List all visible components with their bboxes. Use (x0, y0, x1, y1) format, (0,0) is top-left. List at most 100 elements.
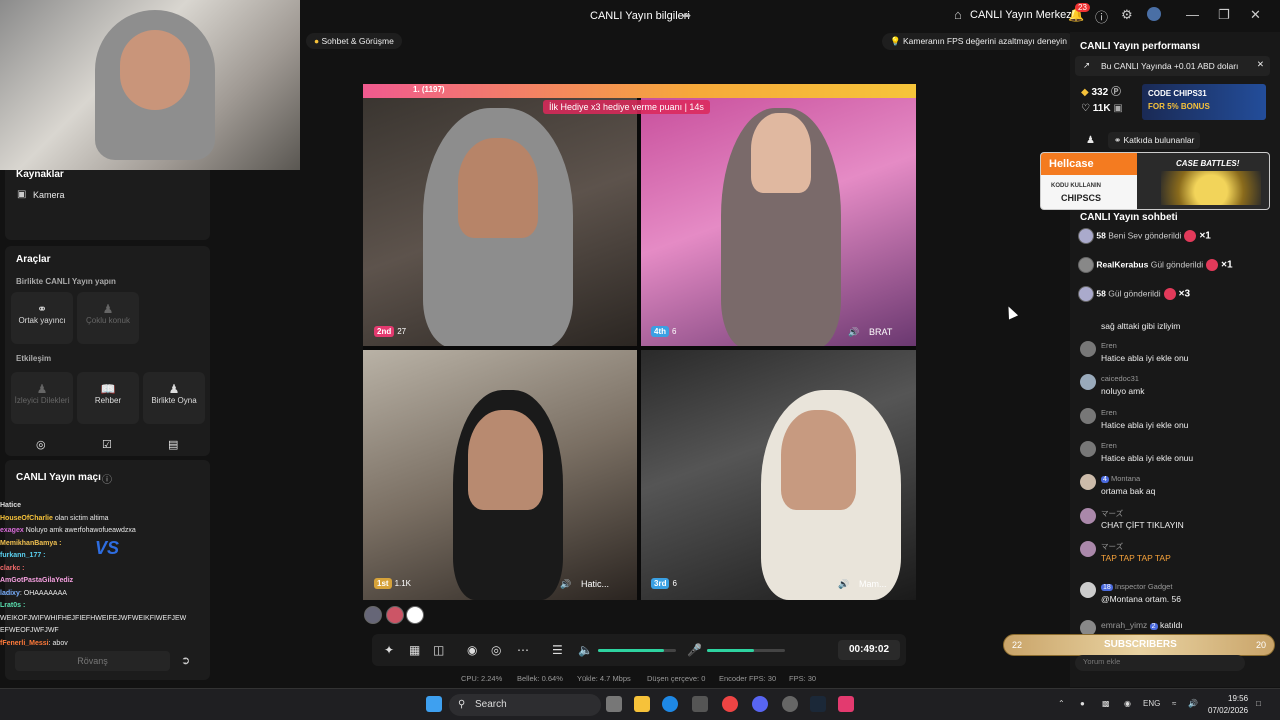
share-icon[interactable]: ➦ (682, 9, 694, 22)
hellcase-logo: Hellcase (1041, 153, 1137, 175)
info-icon[interactable]: ⓘ (102, 471, 112, 486)
cohost-button[interactable]: ⚭ Ortak yayıncı (11, 292, 73, 344)
discord-icon[interactable] (752, 696, 768, 712)
speaker-icon[interactable]: 🔊 (560, 579, 571, 590)
guest-tile-1[interactable] (363, 98, 637, 346)
target-icon[interactable]: ◎ (36, 438, 46, 451)
close-icon[interactable]: ✕ (1257, 59, 1264, 70)
taskbar-search[interactable]: ⚲ Search (449, 694, 601, 716)
avatar (1080, 474, 1096, 490)
check-icon[interactable]: ☑ (102, 438, 112, 451)
viewer-requests-label: İzleyici Dilekleri (14, 396, 70, 405)
volume-icon[interactable]: 🔊 (1188, 699, 1198, 708)
language-indicator[interactable]: ENG (1143, 699, 1160, 708)
diamond-icon: ◆ (1081, 87, 1089, 98)
mic-fill (707, 649, 754, 652)
comment-input[interactable]: Yorum ekle (1075, 655, 1245, 671)
user-icon: ♟ (36, 382, 48, 396)
guest-avatar[interactable] (364, 606, 382, 624)
minimize-icon[interactable]: — (1186, 7, 1199, 22)
chips-ad-banner[interactable]: CODE CHIPS31 FOR 5% BONUS (1142, 84, 1266, 120)
app-icon[interactable] (782, 696, 798, 712)
mic-slider[interactable] (707, 649, 785, 652)
avatar[interactable] (1147, 7, 1161, 21)
restore-icon[interactable]: ❐ (1218, 7, 1230, 23)
live-info-title[interactable]: CANLI Yayın bilgileri (590, 10, 690, 22)
help-icon[interactable]: ⓘ (1095, 7, 1108, 26)
task-view-icon[interactable] (606, 696, 622, 712)
gift-timer: 14s (689, 102, 704, 112)
guest-tile-3[interactable] (363, 350, 637, 600)
exit-icon[interactable]: ➲ (181, 654, 190, 667)
search-label: Search (475, 699, 507, 710)
edge-icon[interactable] (662, 696, 678, 712)
rematch-button[interactable]: Rövanş (15, 651, 170, 671)
hellcase-ad-banner[interactable]: Hellcase KODU KULLANIN CHIPSCS CASE BATT… (1040, 152, 1270, 210)
effects-icon[interactable]: ▦ (409, 643, 420, 657)
camera-source[interactable]: Kamera (33, 190, 65, 200)
close-icon[interactable]: ✕ (1250, 7, 1261, 23)
live-center-link[interactable]: CANLI Yayın Merkezi (970, 9, 1074, 21)
speaker-icon[interactable]: 🔊 (848, 327, 859, 338)
avatar (1080, 341, 1096, 357)
tools-panel: Araçlar Birlikte CANLI Yayın yapın ⚭ Ort… (5, 246, 210, 456)
more-icon[interactable]: ⋯ (517, 643, 529, 657)
guide-button[interactable]: 📖 Rehber (77, 372, 139, 424)
gift-message: 58 Beni Sev gönderildi ×1 (1078, 228, 1211, 244)
tile-3-name: Hatic... (581, 579, 610, 589)
chat-call-pill[interactable]: ● Sohbet & Görüşme (306, 33, 402, 49)
volume-slider[interactable] (598, 649, 676, 652)
webcam-face (120, 30, 190, 110)
layout-icon[interactable]: ◫ (433, 643, 444, 657)
settings-sliders-icon[interactable]: ☰ (552, 643, 563, 657)
rose-icon (1163, 288, 1176, 300)
store-icon[interactable] (692, 696, 708, 712)
contributors-label: Katkıda bulunanlar (1123, 135, 1195, 145)
avatar (1080, 508, 1096, 524)
box-icon[interactable]: ▤ (168, 438, 178, 451)
windows-start-icon[interactable] (426, 696, 442, 712)
contributors-button[interactable]: ⚭ Katkıda bulunanlar (1108, 132, 1201, 149)
avatar (1080, 541, 1096, 557)
interaction-title: Etkileşim (16, 354, 52, 363)
tools-title: Araçlar (16, 254, 51, 265)
viewer-requests-button[interactable]: ♟ İzleyici Dilekleri (11, 372, 73, 424)
multi-guest-button[interactable]: ♟ Çoklu konuk (77, 292, 139, 344)
notification-badge: 23 (1075, 3, 1090, 12)
chevron-up-icon[interactable]: ⌃ (1058, 699, 1065, 708)
overlay-line: HouseOfCharlie olan sictim altima (0, 514, 109, 522)
magic-wand-icon[interactable]: ✦ (384, 643, 394, 657)
link-icon: ⚭ (36, 302, 48, 316)
speaker-icon[interactable]: 🔈 (578, 643, 593, 657)
live-timer: 00:49:02 (838, 640, 900, 660)
trend-icon: ↗ (1083, 60, 1091, 70)
record-icon[interactable]: ◉ (467, 643, 477, 657)
speaker-icon[interactable]: 🔊 (838, 579, 849, 590)
gear-icon[interactable]: ⚙ (1121, 7, 1133, 23)
earnings-text: Bu CANLI Yayında +0.01 ABD doları (1101, 61, 1239, 71)
guest-tile-2[interactable] (641, 98, 916, 346)
steam-icon[interactable] (810, 696, 826, 712)
play-together-button[interactable]: ♟ Birlikte Oyna (143, 372, 205, 424)
guest-tile-4[interactable] (641, 350, 916, 600)
wifi-icon[interactable]: ≈ (1172, 699, 1176, 708)
clock[interactable]: 19:56 07/02/2026 (1208, 693, 1248, 717)
home-icon: ⌂ (954, 7, 962, 22)
steam-tray-icon[interactable]: ◉ (1124, 699, 1131, 708)
file-explorer-icon[interactable] (634, 696, 650, 712)
chat-title: CANLI Yayın sohbeti (1080, 212, 1178, 223)
gift-banner-text: İlk Hediye x3 hediye verme puanı (549, 102, 683, 112)
discord-tray-icon[interactable]: ● (1080, 699, 1085, 708)
tray-icon[interactable]: ▩ (1102, 699, 1110, 708)
top-rank-label: 1. (1197) (413, 85, 445, 94)
guest-avatar[interactable] (406, 606, 424, 624)
tiktok-live-icon[interactable] (838, 696, 854, 712)
capture-icon[interactable]: ◎ (491, 643, 501, 657)
add-user-icon[interactable]: ♟ (1086, 135, 1095, 146)
microphone-icon[interactable]: 🎤 (687, 643, 702, 657)
guest-avatar[interactable] (386, 606, 404, 624)
chrome-icon[interactable] (722, 696, 738, 712)
sub-label: SUBSCRIBERS (1104, 639, 1177, 650)
notification-icon[interactable]: □ (1256, 699, 1261, 708)
chest-image (1161, 171, 1261, 205)
